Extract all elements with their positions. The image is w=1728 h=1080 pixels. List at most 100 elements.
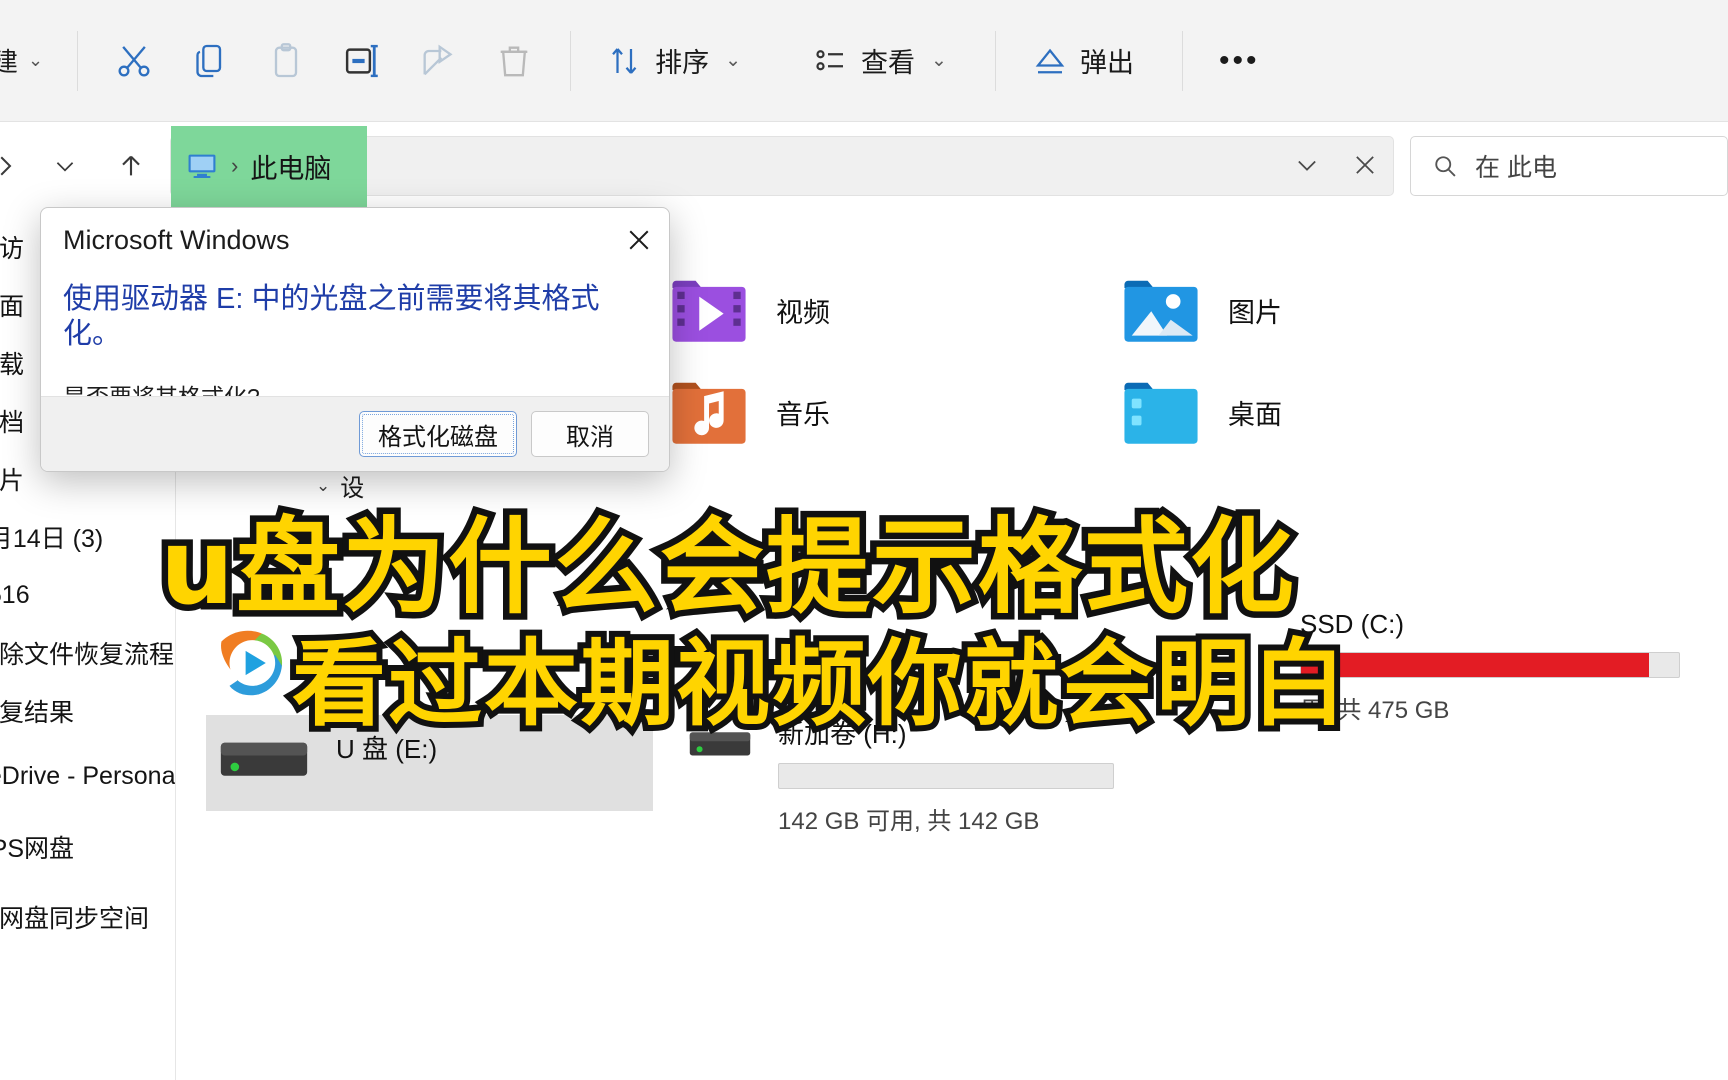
view-icon [816, 49, 844, 70]
folder-item-desktop[interactable]: 桌面 [1122, 376, 1282, 448]
drive-info: SSD (C:) 用, 共 475 GB [1300, 605, 1680, 725]
share-icon [423, 44, 453, 75]
search-icon [1435, 156, 1456, 177]
paste-icon [274, 42, 298, 77]
sidebar-item-label: 下载 [0, 351, 25, 379]
sort-label: 排序 [655, 48, 710, 78]
toolbar-divider-2 [570, 30, 572, 91]
chevron-down-icon: ⌄ [316, 475, 331, 495]
chevron-down-icon: ⌄ [931, 50, 947, 71]
dialog-footer: 格式化磁盘 取消 [41, 396, 669, 471]
ellipsis-icon: ••• [1218, 43, 1260, 77]
drive-capacity: 用, 共 475 GB [1300, 697, 1450, 724]
file-explorer-window: 建 ⌄ 排序 ⌄ 查看 ⌄ 弹出 ••• › 此电脑 在 此电 访 面 载 档 … [0, 0, 1728, 1080]
dialog-message: 使用驱动器 E: 中的光盘之前需要将其格式化。 [63, 283, 600, 350]
search-placeholder: 在 此电 [1475, 154, 1557, 182]
sidebar-item-recovery-flow[interactable]: 删除文件恢复流程 [0, 624, 175, 682]
format-disk-button[interactable]: 格式化磁盘 [359, 411, 517, 457]
sidebar-item-label: VPS网盘 [0, 835, 75, 863]
chevron-down-icon [1298, 160, 1316, 171]
eject-label: 弹出 [1079, 48, 1134, 78]
folder-item-music[interactable]: 音乐 [670, 376, 830, 448]
new-button-label: 建 [0, 47, 19, 77]
scissors-icon [118, 45, 150, 76]
breadcrumb-separator: › [231, 153, 239, 178]
rename-button[interactable] [324, 26, 400, 96]
chevron-down-icon: ⌄ [725, 50, 742, 71]
sidebar-item-wps-cloud[interactable]: VPS网盘 [0, 812, 175, 882]
view-button[interactable]: 查看 ⌄ [795, 26, 965, 96]
rename-icon [346, 44, 378, 77]
drive-item-h[interactable]: 新加卷 (H:) 142 GB 可用, 共 142 GB [676, 700, 1126, 846]
drive-name: SSD (C:) [1300, 609, 1404, 639]
drive-item-e[interactable]: U 盘 (E:) [206, 715, 653, 811]
sidebar-item-label: 桌面 [0, 293, 25, 321]
folder-label: 视频 [776, 297, 830, 328]
video-folder-icon [672, 280, 746, 342]
folder-label: 图片 [1228, 297, 1282, 328]
breadcrumb[interactable]: › 此电脑 [171, 147, 331, 186]
sidebar-item-label: 图片 [0, 467, 25, 495]
copy-icon [196, 44, 222, 77]
sidebar-item-baidu-sync[interactable]: 度网盘同步空间 [0, 882, 175, 952]
toolbar-divider-4 [1181, 30, 1183, 91]
eject-icon [1035, 48, 1065, 73]
sidebar-item-label: 0516 [0, 580, 30, 609]
copy-button[interactable] [172, 26, 248, 96]
cut-button[interactable] [96, 26, 172, 96]
more-options-button[interactable]: ••• [1201, 26, 1278, 96]
drive-name: 新加卷 (H:) [778, 719, 907, 749]
capacity-bar-fill [1301, 653, 1649, 677]
capacity-bar [778, 763, 1114, 789]
drive-item-c[interactable]: SSD (C:) 用, 共 475 GB [1226, 595, 1696, 735]
toolbar: 建 ⌄ 排序 ⌄ 查看 ⌄ 弹出 ••• [0, 0, 1728, 122]
address-dropdown-button[interactable] [1293, 151, 1321, 184]
trash-icon [500, 46, 528, 76]
drive-info: 新加卷 (H:) 142 GB 可用, 共 142 GB [778, 710, 1114, 836]
hard-drive-icon [689, 732, 751, 756]
sidebar-item-onedrive[interactable]: neDrive - Persona [0, 740, 175, 812]
up-button[interactable] [104, 139, 158, 193]
close-icon [1356, 155, 1374, 174]
folder-item-pictures[interactable]: 图片 [1122, 274, 1282, 346]
sort-icon [612, 47, 637, 74]
sidebar-item-may14[interactable]: 5月14日 (3) [0, 508, 175, 566]
forward-button[interactable] [0, 139, 32, 193]
sidebar-item-0516[interactable]: 0516 [0, 566, 175, 624]
sidebar-item-label: 修复结果 [0, 699, 75, 727]
breadcrumb-bar[interactable]: › 此电脑 [170, 126, 1394, 208]
sidebar-item-label: neDrive - Persona [0, 761, 176, 790]
sidebar-item-label: 文档 [0, 409, 25, 437]
desktop-folder-icon [1124, 382, 1198, 444]
recent-locations-button[interactable] [38, 139, 92, 193]
sidebar-item-label: 速访 [0, 235, 25, 263]
cancel-button[interactable]: 取消 [531, 411, 649, 457]
arrow-up-icon [122, 155, 140, 176]
sort-button[interactable]: 排序 ⌄ [589, 26, 759, 96]
sidebar-item-repair-result[interactable]: 修复结果 [0, 682, 175, 740]
paste-button[interactable] [248, 26, 324, 96]
close-icon [629, 230, 649, 250]
arrow-right-icon [0, 156, 12, 176]
eject-button[interactable]: 弹出 [1014, 26, 1152, 96]
breadcrumb-root[interactable]: 此电脑 [250, 147, 331, 186]
toolbar-divider-1 [77, 30, 79, 91]
chevron-down-icon: ⌄ [28, 50, 44, 70]
sidebar-item-label: 删除文件恢复流程 [0, 641, 175, 669]
group-header-devices[interactable]: ⌄ 设 [316, 468, 364, 503]
toolbar-divider-3 [994, 30, 996, 91]
search-input[interactable]: 在 此电 [1410, 136, 1728, 196]
folder-label: 音乐 [776, 399, 830, 430]
folder-item-videos[interactable]: 视频 [670, 274, 830, 346]
address-bar-row: › 此电脑 在 此电 [0, 122, 1728, 210]
drive-info: U 盘 (E:) [336, 725, 437, 801]
dialog-close-button[interactable] [609, 211, 669, 269]
delete-button[interactable] [476, 26, 552, 96]
breadcrumb-actions [1293, 137, 1379, 197]
refresh-stop-button[interactable] [1351, 151, 1379, 184]
share-button[interactable] [400, 26, 476, 96]
format-dialog[interactable]: Microsoft Windows 使用驱动器 E: 中的光盘之前需要将其格式化… [40, 207, 670, 472]
new-button[interactable]: 建 ⌄ [0, 30, 59, 92]
capacity-bar [1300, 652, 1680, 678]
drive-capacity: 142 GB 可用, 共 142 GB [778, 808, 1040, 835]
